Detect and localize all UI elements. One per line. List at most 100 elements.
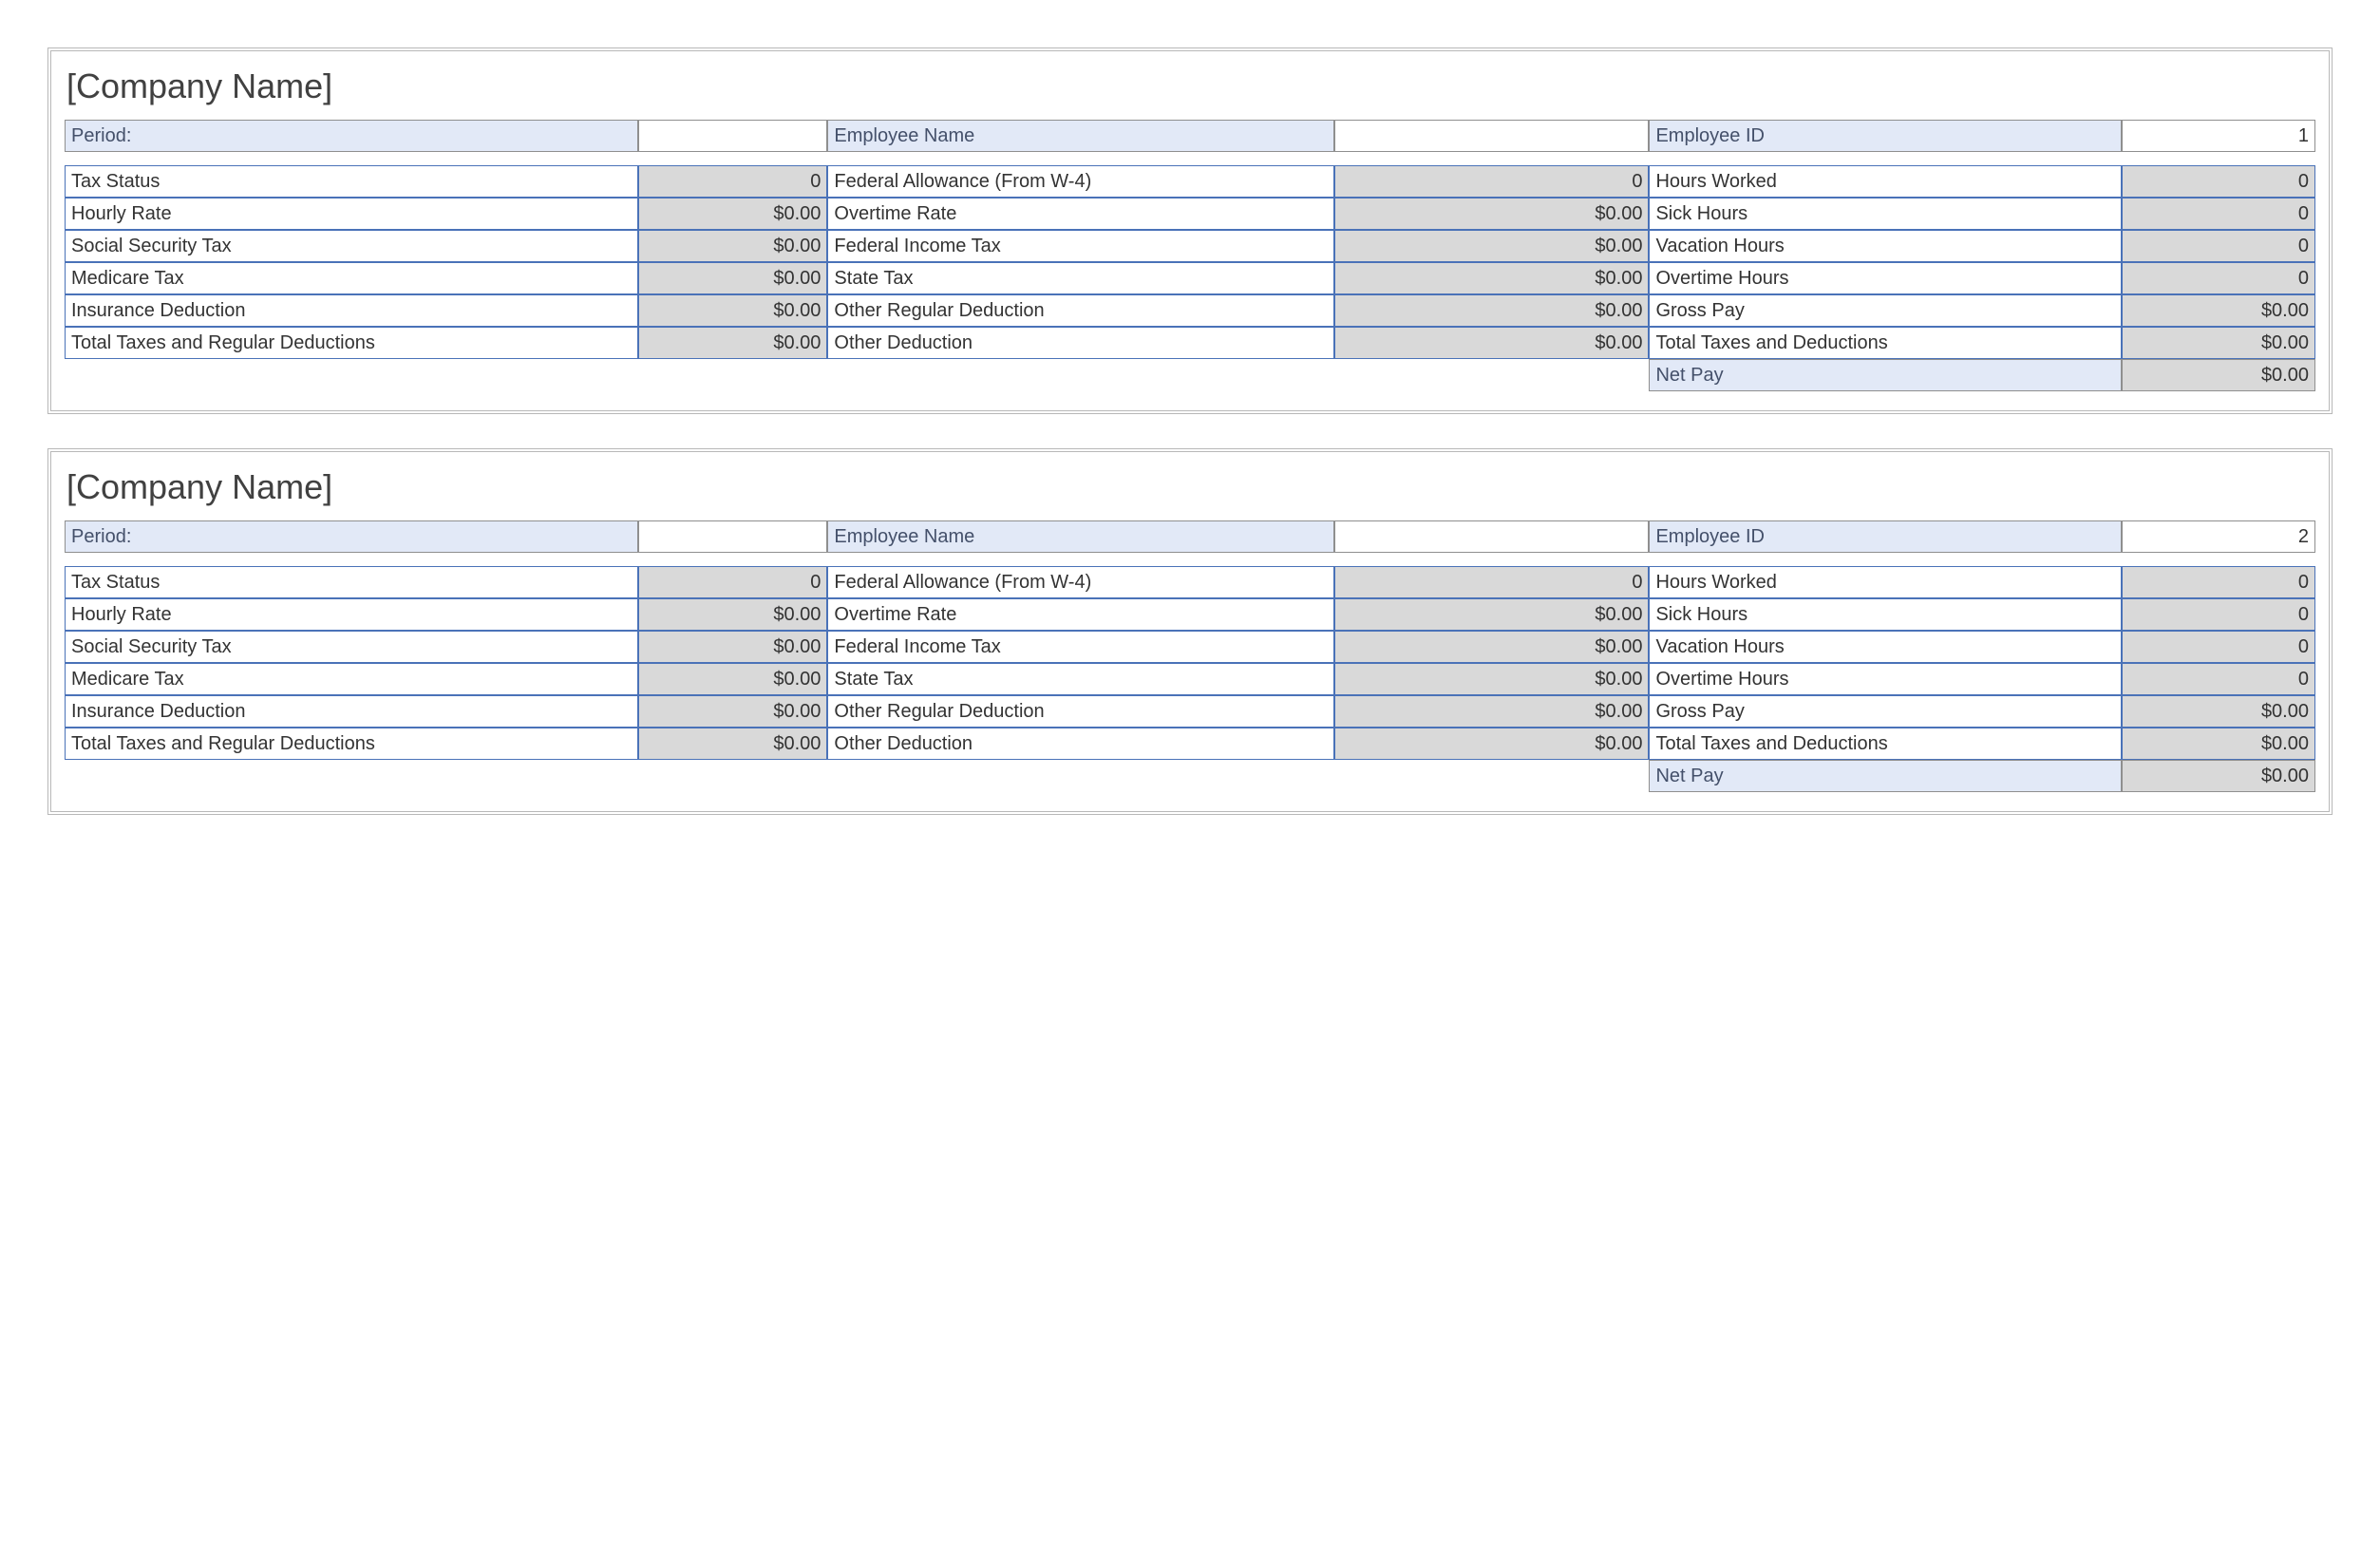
field-label: Vacation Hours [1649, 230, 2122, 262]
detail-row: Social Security Tax$0.00Federal Income T… [65, 230, 2315, 262]
field-label: Overtime Rate [827, 598, 1333, 631]
net-pay-row: Net Pay$0.00 [65, 359, 2315, 391]
employee-id-label: Employee ID [1649, 520, 2122, 553]
field-value: $0.00 [638, 728, 827, 760]
field-label: Tax Status [65, 566, 638, 598]
pay-stub-card: [Company Name] Period: Employee Name Employ… [47, 448, 2333, 815]
period-label: Period: [65, 120, 638, 152]
field-label: Total Taxes and Deductions [1649, 728, 2122, 760]
field-value: 0 [2122, 262, 2315, 294]
detail-row: Tax Status0Federal Allowance (From W-4)0… [65, 566, 2315, 598]
field-value: $0.00 [1334, 663, 1650, 695]
header-row: Period: Employee Name Employee ID1 [65, 120, 2315, 152]
field-value: $0.00 [638, 294, 827, 327]
detail-row: Total Taxes and Regular Deductions$0.00O… [65, 728, 2315, 760]
period-value [638, 520, 827, 553]
detail-row: Medicare Tax$0.00State Tax$0.00Overtime … [65, 663, 2315, 695]
detail-row: Social Security Tax$0.00Federal Income T… [65, 631, 2315, 663]
field-value: $0.00 [1334, 327, 1650, 359]
employee-id-value: 2 [2122, 520, 2315, 553]
field-value: $0.00 [638, 327, 827, 359]
field-label: Federal Income Tax [827, 230, 1333, 262]
detail-row: Total Taxes and Regular Deductions$0.00O… [65, 327, 2315, 359]
field-value: $0.00 [638, 695, 827, 728]
field-label: Social Security Tax [65, 230, 638, 262]
field-value: $0.00 [1334, 598, 1650, 631]
field-label: Federal Allowance (From W-4) [827, 165, 1333, 198]
field-value: $0.00 [1334, 728, 1650, 760]
field-value: 0 [1334, 165, 1650, 198]
field-value: 0 [2122, 198, 2315, 230]
field-value: 0 [2122, 566, 2315, 598]
field-label: Sick Hours [1649, 598, 2122, 631]
detail-row: Hourly Rate$0.00Overtime Rate$0.00Sick H… [65, 198, 2315, 230]
field-value: $0.00 [1334, 631, 1650, 663]
field-label: Total Taxes and Regular Deductions [65, 327, 638, 359]
empty-cell [827, 760, 1333, 792]
employee-name-label: Employee Name [827, 520, 1333, 553]
field-value: $0.00 [638, 598, 827, 631]
detail-row: Tax Status0Federal Allowance (From W-4)0… [65, 165, 2315, 198]
field-label: Insurance Deduction [65, 695, 638, 728]
pay-stub-table: Period: Employee Name Employee ID2 Tax Stat… [65, 520, 2315, 792]
net-pay-value: $0.00 [2122, 760, 2315, 792]
period-label: Period: [65, 520, 638, 553]
field-label: Federal Income Tax [827, 631, 1333, 663]
employee-name-value [1334, 120, 1650, 152]
field-value: $0.00 [638, 262, 827, 294]
pay-stub-table: Period: Employee Name Employee ID1 Tax Stat… [65, 120, 2315, 391]
empty-cell [827, 359, 1333, 391]
employee-name-value [1334, 520, 1650, 553]
field-label: Overtime Hours [1649, 663, 2122, 695]
field-label: Social Security Tax [65, 631, 638, 663]
field-label: Other Deduction [827, 327, 1333, 359]
net-pay-row: Net Pay$0.00 [65, 760, 2315, 792]
field-value: 0 [2122, 230, 2315, 262]
field-label: Sick Hours [1649, 198, 2122, 230]
field-value: 0 [2122, 631, 2315, 663]
field-label: Hours Worked [1649, 566, 2122, 598]
field-value: $0.00 [638, 198, 827, 230]
field-label: Tax Status [65, 165, 638, 198]
detail-row: Hourly Rate$0.00Overtime Rate$0.00Sick H… [65, 598, 2315, 631]
field-label: Other Deduction [827, 728, 1333, 760]
net-pay-label: Net Pay [1649, 760, 2122, 792]
field-label: Vacation Hours [1649, 631, 2122, 663]
field-label: Other Regular Deduction [827, 294, 1333, 327]
field-label: Total Taxes and Deductions [1649, 327, 2122, 359]
net-pay-value: $0.00 [2122, 359, 2315, 391]
empty-cell [65, 760, 638, 792]
field-label: Hourly Rate [65, 598, 638, 631]
field-value: 0 [1334, 566, 1650, 598]
field-value: $0.00 [1334, 695, 1650, 728]
net-pay-label: Net Pay [1649, 359, 2122, 391]
field-value: $0.00 [638, 230, 827, 262]
field-label: State Tax [827, 262, 1333, 294]
employee-id-label: Employee ID [1649, 120, 2122, 152]
company-name: [Company Name] [66, 467, 2315, 507]
header-row: Period: Employee Name Employee ID2 [65, 520, 2315, 553]
company-name: [Company Name] [66, 66, 2315, 106]
field-value: 0 [2122, 663, 2315, 695]
field-value: $0.00 [1334, 262, 1650, 294]
empty-cell [1334, 359, 1650, 391]
field-value: $0.00 [638, 631, 827, 663]
field-value: 0 [2122, 165, 2315, 198]
field-value: $0.00 [1334, 294, 1650, 327]
empty-cell [1334, 760, 1650, 792]
field-label: Medicare Tax [65, 663, 638, 695]
period-value [638, 120, 827, 152]
field-value: 0 [2122, 598, 2315, 631]
field-label: Federal Allowance (From W-4) [827, 566, 1333, 598]
pay-stub-card: [Company Name] Period: Employee Name Employ… [47, 47, 2333, 414]
employee-id-value: 1 [2122, 120, 2315, 152]
field-value: $0.00 [1334, 230, 1650, 262]
employee-name-label: Employee Name [827, 120, 1333, 152]
field-label: Medicare Tax [65, 262, 638, 294]
field-label: State Tax [827, 663, 1333, 695]
field-value: $0.00 [2122, 728, 2315, 760]
empty-cell [638, 760, 827, 792]
field-label: Gross Pay [1649, 294, 2122, 327]
field-label: Total Taxes and Regular Deductions [65, 728, 638, 760]
field-value: 0 [638, 566, 827, 598]
